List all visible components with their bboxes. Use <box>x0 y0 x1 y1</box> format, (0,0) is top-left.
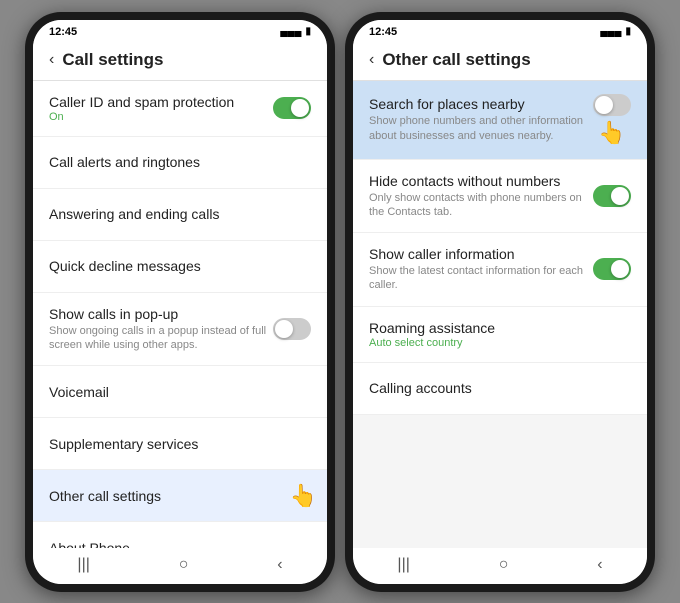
other-call-content: Other call settings <box>49 488 311 504</box>
caller-id-label: Caller ID and spam protection <box>49 94 273 110</box>
left-status-icons: ▄▄▄ ▮ <box>280 26 311 37</box>
left-nav-bar: ||| ○ ‹ <box>33 548 327 584</box>
right-back-btn[interactable]: ‹ <box>597 556 602 574</box>
roaming-item[interactable]: Roaming assistance Auto select country <box>353 307 647 363</box>
calling-accounts-item[interactable]: Calling accounts <box>353 363 647 415</box>
signal-icon: ▄▄▄ <box>280 26 301 37</box>
supplementary-content: Supplementary services <box>49 436 311 452</box>
left-menu-btn[interactable]: ||| <box>77 556 89 574</box>
left-back-btn[interactable]: ‹ <box>277 556 282 574</box>
right-home-btn[interactable]: ○ <box>499 556 509 574</box>
voicemail-label: Voicemail <box>49 384 311 400</box>
show-caller-label: Show caller information <box>369 246 593 262</box>
quick-decline-item[interactable]: Quick decline messages <box>33 241 327 293</box>
quick-decline-label: Quick decline messages <box>49 258 311 274</box>
hide-contacts-toggle[interactable] <box>593 185 631 207</box>
show-calls-desc: Show ongoing calls in a popup instead of… <box>49 324 273 353</box>
show-caller-content: Show caller information Show the latest … <box>369 246 593 293</box>
left-status-bar: 12:45 ▄▄▄ ▮ <box>33 20 327 42</box>
supplementary-item[interactable]: Supplementary services <box>33 418 327 470</box>
other-call-settings-item[interactable]: Other call settings 👆 <box>33 470 327 522</box>
search-places-content: Search for places nearby Show phone numb… <box>369 96 593 143</box>
show-caller-item[interactable]: Show caller information Show the latest … <box>353 233 647 307</box>
roaming-label: Roaming assistance <box>369 320 631 336</box>
right-nav-bar: ||| ○ ‹ <box>353 548 647 584</box>
caller-id-sub: On <box>49 111 273 123</box>
search-places-label: Search for places nearby <box>369 96 593 112</box>
show-caller-toggle[interactable] <box>593 258 631 280</box>
right-battery-icon: ▮ <box>625 26 631 37</box>
left-phone: 12:45 ▄▄▄ ▮ ‹ Call settings Caller ID an… <box>25 12 335 592</box>
caller-id-item[interactable]: Caller ID and spam protection On <box>33 81 327 137</box>
hide-contacts-desc: Only show contacts with phone numbers on… <box>369 191 593 220</box>
hide-contacts-item[interactable]: Hide contacts without numbers Only show … <box>353 160 647 234</box>
answering-item[interactable]: Answering and ending calls <box>33 189 327 241</box>
right-status-icons: ▄▄▄ ▮ <box>600 26 631 37</box>
search-cursor-icon: 👆 <box>598 120 625 146</box>
left-header: ‹ Call settings <box>33 42 327 81</box>
roaming-content: Roaming assistance Auto select country <box>369 320 631 349</box>
right-status-bar: 12:45 ▄▄▄ ▮ <box>353 20 647 42</box>
voicemail-content: Voicemail <box>49 384 311 400</box>
hide-contacts-label: Hide contacts without numbers <box>369 173 593 189</box>
calling-accounts-content: Calling accounts <box>369 380 631 396</box>
right-header: ‹ Other call settings <box>353 42 647 81</box>
voicemail-item[interactable]: Voicemail <box>33 366 327 418</box>
left-time: 12:45 <box>49 26 77 38</box>
show-calls-popup-item[interactable]: Show calls in pop-up Show ongoing calls … <box>33 293 327 367</box>
right-screen: 12:45 ▄▄▄ ▮ ‹ Other call settings Search… <box>353 20 647 584</box>
show-calls-content: Show calls in pop-up Show ongoing calls … <box>49 306 273 353</box>
search-places-toggle[interactable] <box>593 94 631 116</box>
caller-id-toggle[interactable] <box>273 97 311 119</box>
left-screen: 12:45 ▄▄▄ ▮ ‹ Call settings Caller ID an… <box>33 20 327 584</box>
other-call-label: Other call settings <box>49 488 311 504</box>
about-phone-content: About Phone <box>49 540 311 548</box>
answering-label: Answering and ending calls <box>49 206 311 222</box>
about-phone-item[interactable]: About Phone <box>33 522 327 547</box>
right-header-title: Other call settings <box>382 50 530 70</box>
answering-content: Answering and ending calls <box>49 206 311 222</box>
call-alerts-item[interactable]: Call alerts and ringtones <box>33 137 327 189</box>
hide-contacts-content: Hide contacts without numbers Only show … <box>369 173 593 220</box>
quick-decline-content: Quick decline messages <box>49 258 311 274</box>
call-alerts-content: Call alerts and ringtones <box>49 154 311 170</box>
left-home-btn[interactable]: ○ <box>179 556 189 574</box>
left-settings-list: Caller ID and spam protection On Call al… <box>33 81 327 548</box>
right-time: 12:45 <box>369 26 397 38</box>
search-places-item[interactable]: Search for places nearby Show phone numb… <box>353 81 647 160</box>
call-alerts-label: Call alerts and ringtones <box>49 154 311 170</box>
left-back-arrow[interactable]: ‹ <box>49 51 54 69</box>
show-calls-label: Show calls in pop-up <box>49 306 273 322</box>
roaming-sub: Auto select country <box>369 337 631 349</box>
search-places-desc: Show phone numbers and other information… <box>369 114 593 143</box>
left-header-title: Call settings <box>62 50 163 70</box>
supplementary-label: Supplementary services <box>49 436 311 452</box>
calling-accounts-label: Calling accounts <box>369 380 631 396</box>
right-back-arrow[interactable]: ‹ <box>369 51 374 69</box>
show-calls-toggle[interactable] <box>273 318 311 340</box>
right-menu-btn[interactable]: ||| <box>397 556 409 574</box>
right-signal-icon: ▄▄▄ <box>600 26 621 37</box>
right-phone: 12:45 ▄▄▄ ▮ ‹ Other call settings Search… <box>345 12 655 592</box>
show-caller-desc: Show the latest contact information for … <box>369 264 593 293</box>
about-phone-label: About Phone <box>49 540 311 548</box>
right-settings-list: Search for places nearby Show phone numb… <box>353 81 647 548</box>
caller-id-content: Caller ID and spam protection On <box>49 94 273 123</box>
cursor-icon: 👆 <box>290 483 317 509</box>
battery-icon: ▮ <box>305 26 311 37</box>
